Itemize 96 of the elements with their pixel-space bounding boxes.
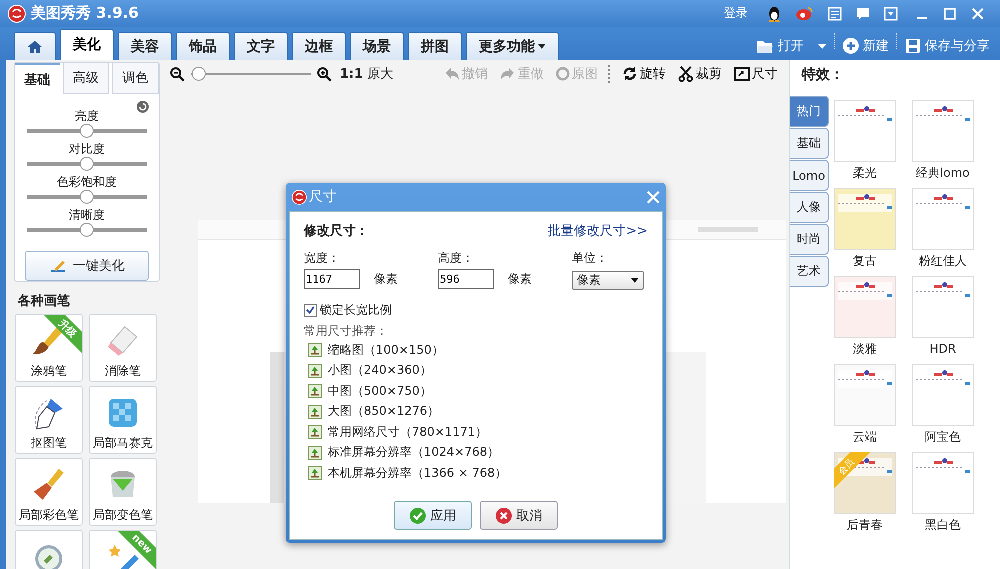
batch-resize-link[interactable]: 批量修改尺寸>> — [548, 222, 648, 240]
field-label: 高度： — [438, 250, 475, 267]
height-input[interactable]: 596 — [438, 269, 494, 289]
picture-icon — [308, 404, 322, 419]
close-icon[interactable] — [647, 190, 660, 204]
slider-label: 清晰度 — [69, 208, 105, 223]
eye-logo-icon[interactable] — [796, 6, 814, 21]
new-file-button[interactable]: 新建 — [839, 32, 893, 60]
reset-icon[interactable] — [137, 101, 149, 113]
resize-icon — [734, 67, 750, 81]
brush-tool[interactable]: 涂鸦笔 升级 — [15, 314, 83, 382]
unit-label: 像素 — [508, 270, 532, 288]
zoom-in-icon[interactable] — [317, 66, 332, 82]
caret-icon — [631, 278, 639, 283]
unit-label: 像素 — [374, 270, 398, 288]
apply-button[interactable]: 应用 — [394, 501, 472, 530]
lock-ratio-checkbox[interactable]: 锁定长宽比例 — [304, 302, 648, 319]
tab[interactable]: 场景 — [350, 32, 404, 60]
category-tab[interactable]: 人像 — [790, 192, 829, 223]
more-menu-tab[interactable]: 更多功能 — [466, 32, 559, 60]
brush-tool[interactable]: 抠图笔 — [15, 386, 83, 454]
actual-size-button[interactable]: 1:1 原大 — [340, 65, 394, 83]
tab[interactable]: 文字 — [234, 32, 288, 60]
tab[interactable]: 边框 — [292, 32, 346, 60]
home-icon — [27, 40, 43, 54]
picture-icon — [308, 384, 322, 398]
slider-label: 色彩饱和度 — [57, 175, 117, 190]
zoom-out-icon[interactable] — [170, 66, 185, 82]
slider-label: 对比度 — [69, 142, 105, 157]
tab[interactable]: 调色 — [112, 63, 160, 94]
crop-button[interactable]: 裁剪 — [678, 65, 722, 83]
caret-icon — [818, 44, 827, 48]
dropdown-box-icon[interactable] — [884, 6, 898, 20]
rotate-icon — [622, 66, 638, 82]
resize-button[interactable]: 尺寸 — [734, 65, 778, 83]
category-tab[interactable]: 艺术 — [790, 256, 829, 287]
field-label: 宽度： — [304, 250, 341, 267]
preset-size-option[interactable]: 本机屏幕分辨率（1366 × 768） — [308, 463, 648, 484]
penguin-icon[interactable] — [767, 6, 782, 22]
rotate-button[interactable]: 旋转 — [622, 65, 666, 83]
folder-icon — [756, 38, 774, 54]
brush-tool[interactable]: 局部彩色笔 — [15, 458, 83, 526]
unit-dropdown[interactable]: 像素 — [572, 271, 644, 290]
redo-arrow-icon — [500, 67, 516, 81]
maximize-icon[interactable] — [943, 6, 957, 20]
picture-icon — [308, 446, 322, 460]
caret-icon — [538, 44, 546, 49]
app-logo-icon — [8, 4, 26, 22]
tab[interactable]: 高级 — [62, 63, 110, 94]
document-icon[interactable] — [828, 6, 842, 20]
panel-title: 特效： — [802, 66, 845, 85]
cancel-icon — [496, 508, 512, 524]
preset-size-option[interactable]: 中图（500×750） — [308, 381, 648, 402]
brush-tool[interactable]: 局部马赛克 — [89, 386, 157, 454]
check-icon — [410, 508, 426, 524]
picture-icon — [308, 343, 322, 358]
preset-size-option[interactable]: 常用网络尺寸（780×1171） — [308, 422, 648, 442]
app-logo-icon — [292, 190, 307, 204]
circle-icon — [556, 67, 570, 81]
tab[interactable]: 美化 — [60, 29, 114, 60]
cancel-button[interactable]: 取消 — [480, 501, 558, 530]
tab[interactable]: 美容 — [118, 32, 172, 60]
slider-label: 亮度 — [75, 109, 99, 124]
preset-size-option[interactable]: 缩略图（100×150） — [308, 340, 648, 360]
brush-tool[interactable]: 消除笔 — [89, 314, 157, 382]
open-file-button[interactable]: 打开 — [752, 32, 831, 60]
category-tab[interactable]: Lomo — [790, 160, 829, 191]
category-tab[interactable]: 时尚 — [790, 224, 829, 255]
close-icon[interactable] — [971, 6, 985, 20]
brush-tool[interactable]: 局部变色笔 — [89, 458, 157, 526]
field-label: 单位： — [572, 250, 609, 267]
save-file-button[interactable]: 保存与分享 — [901, 32, 994, 60]
section-title: 各种画笔 — [18, 293, 71, 310]
preset-size-option[interactable]: 大图（850×1276） — [308, 402, 648, 422]
pen-icon — [49, 259, 67, 273]
undo-arrow-icon — [444, 67, 460, 81]
tab[interactable]: 拼图 — [408, 32, 462, 60]
plus-icon — [843, 38, 859, 54]
chat-icon[interactable] — [856, 6, 870, 20]
home-tab[interactable] — [14, 32, 56, 60]
checkmark-icon — [306, 306, 315, 315]
window-title: 美图秀秀 3.9.6 — [31, 4, 139, 23]
picture-icon — [308, 364, 322, 378]
scissors-icon — [678, 66, 694, 82]
picture-icon — [308, 425, 322, 440]
preset-size-option[interactable]: 标准屏幕分辨率（1024×768） — [308, 442, 648, 463]
category-tab[interactable]: 热门 — [790, 96, 829, 127]
tab[interactable]: 饰品 — [176, 32, 230, 60]
preset-size-option[interactable]: 小图（240×360） — [308, 360, 648, 381]
section-label: 常用尺寸推荐： — [304, 323, 389, 340]
section-title: 修改尺寸： — [304, 223, 369, 240]
picture-icon — [308, 466, 322, 480]
dialog-title: 尺寸 — [309, 188, 337, 206]
category-tab[interactable]: 基础 — [790, 128, 829, 159]
width-input[interactable]: 1167 — [304, 269, 360, 289]
one-click-beautify-button[interactable]: 一键美化 — [25, 251, 149, 281]
